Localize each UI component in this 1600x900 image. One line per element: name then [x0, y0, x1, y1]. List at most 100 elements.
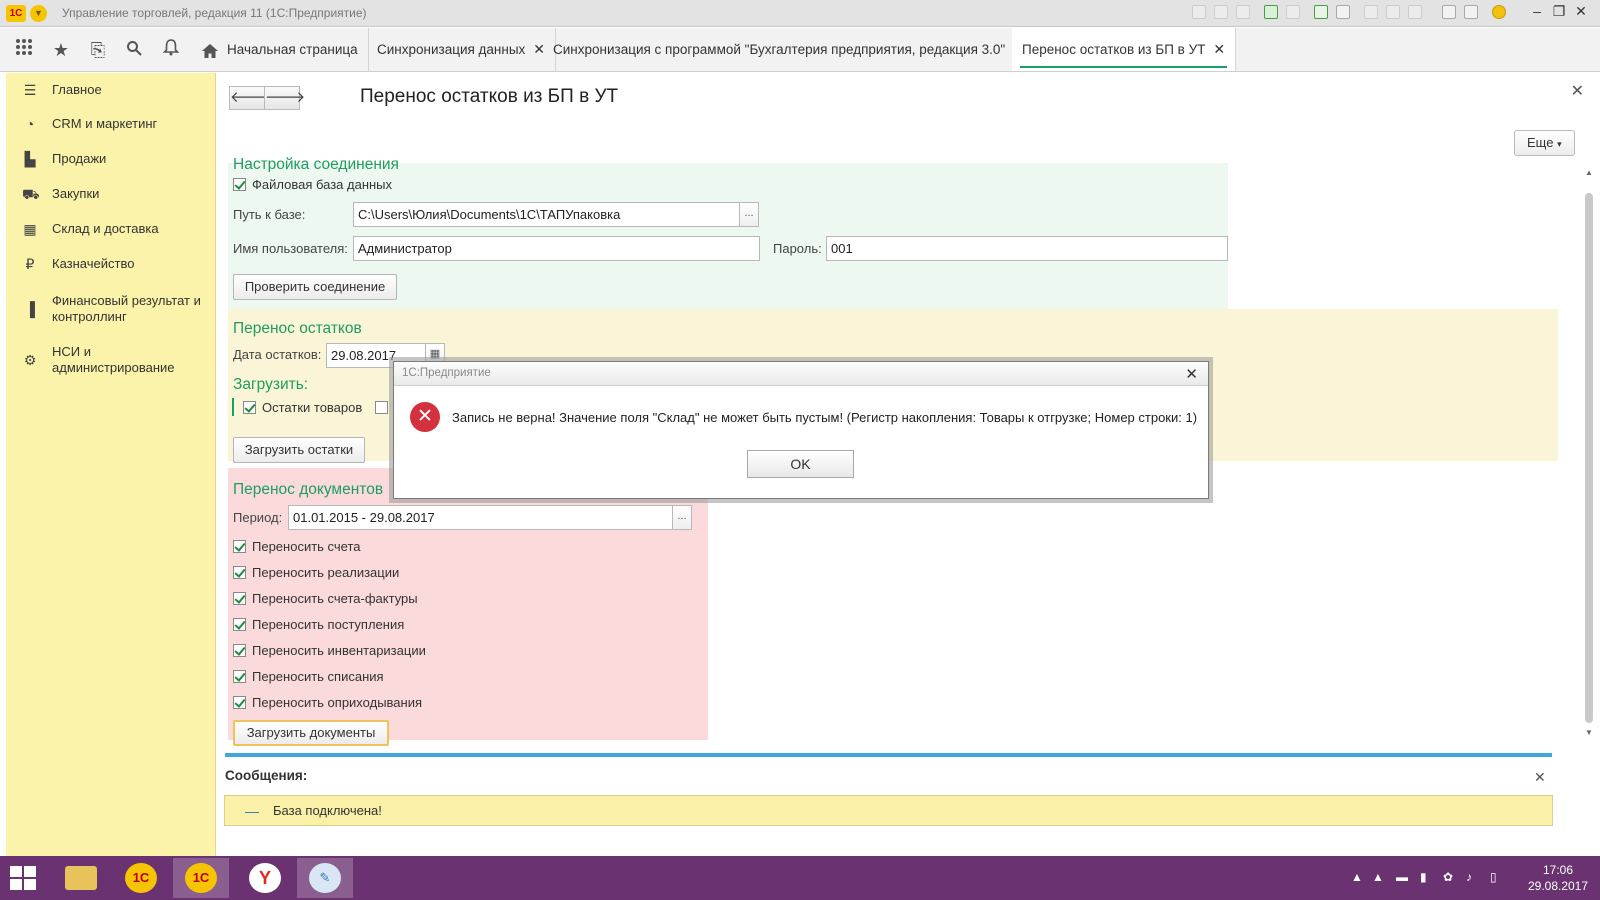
sidebar-item-label: НСИ и администрирование: [52, 344, 175, 375]
check-connection-button[interactable]: Проверить соединение: [233, 274, 397, 300]
menu-icon: ☰: [23, 82, 37, 98]
main-menu-icon[interactable]: ▼: [30, 5, 47, 22]
scroll-thumb[interactable]: [1585, 193, 1593, 723]
sidebar-item-purchases[interactable]: ⛟ Закупки: [6, 186, 216, 202]
save-icon[interactable]: [1192, 5, 1206, 19]
home-icon: [202, 44, 218, 58]
sidebar-item-label: Главное: [52, 82, 102, 97]
path-browse-button[interactable]: ...: [739, 202, 759, 227]
yandex-browser-icon[interactable]: Y: [237, 858, 293, 898]
volume-icon[interactable]: ♪: [1466, 870, 1472, 884]
scrollbar[interactable]: ▲ ▼: [1582, 168, 1596, 738]
password-field[interactable]: 001: [826, 236, 1228, 261]
star-icon[interactable]: ★: [49, 38, 73, 62]
load-section-title: Загрузить:: [233, 376, 309, 393]
period-field[interactable]: 01.01.2015 - 29.08.2017: [288, 505, 673, 530]
maximize-button[interactable]: ❐: [1549, 3, 1569, 20]
sidebar-item-treasury[interactable]: ₽ Казначейство: [6, 256, 216, 272]
tray-expand-icon[interactable]: ▲: [1351, 870, 1363, 884]
transfer-invoices-checkbox[interactable]: [233, 592, 246, 605]
info-icon[interactable]: [1492, 5, 1506, 19]
transfer-accounts-checkbox[interactable]: [233, 540, 246, 553]
more-button[interactable]: Еще ▾: [1514, 130, 1575, 156]
sidebar-item-label: Продажи: [52, 151, 107, 166]
1c-icon[interactable]: 1С: [173, 858, 229, 898]
transfer-writeoffs-checkbox[interactable]: [233, 670, 246, 683]
history-icon[interactable]: ⎘: [86, 38, 110, 62]
paint-icon[interactable]: ✎: [297, 858, 353, 898]
sidebar-item-label: CRM и маркетинг: [52, 116, 158, 131]
scroll-up-icon[interactable]: ▲: [1585, 168, 1593, 177]
tab-label: Начальная страница: [227, 42, 358, 57]
language-flag-icon[interactable]: ▬: [1396, 870, 1408, 884]
file-db-label: Файловая база данных: [252, 177, 393, 192]
memory-mplus-icon[interactable]: [1386, 5, 1400, 19]
tab-home[interactable]: Начальная страница: [192, 28, 369, 71]
tab-sync-accounting[interactable]: Синхронизация с программой "Бухгалтерия …: [543, 28, 1036, 71]
close-messages-icon[interactable]: ✕: [1534, 769, 1546, 786]
sidebar-item-sales[interactable]: ▙ Продажи: [6, 151, 216, 167]
windows-start-icon[interactable]: [10, 866, 37, 891]
google-drive-icon[interactable]: ▲: [1372, 870, 1384, 884]
goods-balance-checkbox[interactable]: [243, 401, 256, 414]
forward-button[interactable]: 🡒: [264, 86, 305, 110]
mail-icon[interactable]: [1286, 5, 1300, 19]
apps-grid-icon[interactable]: [12, 38, 36, 62]
close-window-button[interactable]: ✕: [1571, 3, 1591, 20]
load-documents-button[interactable]: Загрузить документы: [233, 720, 389, 746]
panels-icon[interactable]: [1464, 5, 1478, 19]
sidebar-item-admin[interactable]: ⚙ НСИ и администрирование: [6, 344, 216, 376]
network-signal-icon[interactable]: ▮: [1420, 870, 1427, 884]
period-select-button[interactable]: ...: [672, 505, 692, 530]
close-form-icon[interactable]: ✕: [1571, 81, 1584, 101]
transfer-sales-checkbox[interactable]: [233, 566, 246, 579]
transfer-inventory-checkbox[interactable]: [233, 644, 246, 657]
sidebar-item-finance[interactable]: ▐ Финансовый результат и контроллинг: [6, 293, 216, 325]
calendar-icon[interactable]: [1336, 5, 1350, 19]
minimize-button[interactable]: –: [1527, 3, 1547, 19]
memory-mminus-icon[interactable]: [1408, 5, 1422, 19]
sidebar-item-main[interactable]: ☰ Главное: [6, 82, 216, 98]
memory-m-icon[interactable]: [1364, 5, 1378, 19]
connection-section-title: Настройка соединения: [233, 156, 399, 172]
load-balances-button[interactable]: Загрузить остатки: [233, 437, 365, 463]
path-field[interactable]: C:\Users\Юлия\Documents\1C\ТАПУпаковка: [353, 202, 740, 227]
tab-close-icon[interactable]: ✕: [1213, 41, 1225, 57]
gear-icon: ⚙: [23, 352, 37, 368]
goods-balance-label: Остатки товаров: [262, 400, 363, 415]
scroll-down-icon[interactable]: ▼: [1585, 728, 1593, 737]
zoom-icon[interactable]: [1442, 5, 1456, 19]
bell-icon[interactable]: [159, 38, 183, 62]
file-db-checkbox[interactable]: [233, 178, 246, 191]
transfer-postings-checkbox[interactable]: [233, 696, 246, 709]
search-icon[interactable]: [122, 38, 146, 62]
message-text: База подключена!: [273, 803, 382, 818]
battery-icon[interactable]: ▯: [1490, 870, 1497, 884]
second-balance-checkbox[interactable]: [375, 401, 388, 414]
ok-button[interactable]: OK: [747, 450, 854, 478]
dialog-close-icon[interactable]: ✕: [1185, 365, 1198, 383]
sidebar-item-crm[interactable]: ◔ CRM и маркетинг: [6, 116, 216, 132]
transfer-receipts-checkbox[interactable]: [233, 618, 246, 631]
back-button[interactable]: 🡐: [229, 86, 270, 110]
app-logo[interactable]: 1С: [6, 5, 26, 22]
chevron-down-icon: ▾: [1557, 139, 1562, 149]
taskbar-clock[interactable]: 17:06 29.08.2017: [1522, 862, 1594, 894]
tab-transfer-balances[interactable]: Перенос остатков из БП в УТ ✕: [1012, 28, 1237, 71]
page-title: Перенос остатков из БП в УТ: [360, 86, 619, 107]
preview-icon[interactable]: [1236, 5, 1250, 19]
documents-section-title: Перенос документов: [233, 481, 384, 498]
print-icon[interactable]: [1214, 5, 1228, 19]
file-explorer-icon[interactable]: [53, 858, 109, 898]
tab-data-sync[interactable]: Синхронизация данных ✕: [367, 28, 557, 71]
dialog-header[interactable]: 1С:Предприятие ✕: [394, 362, 1208, 386]
user-field[interactable]: Администратор: [353, 236, 760, 261]
sync-icon[interactable]: ✿: [1443, 870, 1453, 884]
window-title: Управление торговлей, редакция 11 (1С:Пр…: [62, 6, 367, 20]
message-row[interactable]: — База подключена!: [224, 795, 1553, 826]
sidebar-item-warehouse[interactable]: ▦ Склад и доставка: [6, 221, 216, 237]
sidebar: ☰ Главное ◔ CRM и маркетинг ▙ Продажи ⛟ …: [6, 73, 216, 856]
calculator-icon[interactable]: [1314, 5, 1328, 19]
upload-icon[interactable]: [1264, 5, 1278, 19]
1c-icon[interactable]: 1С: [113, 858, 169, 898]
